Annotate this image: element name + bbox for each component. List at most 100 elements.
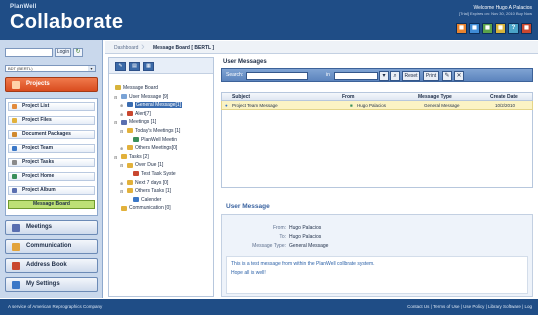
column-header-from[interactable]: From	[342, 94, 355, 100]
expand-toggle-icon[interactable]: ⊟	[120, 128, 123, 135]
folder-icon[interactable]: ▤	[129, 62, 140, 71]
tree-item[interactable]: Test Task Syste	[133, 171, 176, 178]
login-row: Login ↻	[5, 48, 83, 57]
tree-item[interactable]: ⊕ Others Meetings[0]	[120, 145, 178, 152]
tree-item[interactable]: Calender	[133, 197, 161, 204]
tree-item[interactable]: ⊟ Tasks [2]	[114, 153, 149, 161]
to-value: Hugo Palacios	[289, 234, 322, 240]
nav-item-label: Project Home	[22, 173, 55, 179]
compose-icon[interactable]: ✎	[115, 62, 126, 71]
address-book-icon	[12, 262, 20, 270]
nav-item-message-board[interactable]: Message Board	[8, 200, 95, 209]
group-select[interactable]: BDT (BERTL) ▾	[5, 65, 96, 72]
nav-section-my-settings[interactable]: My Settings	[5, 277, 98, 292]
tree-item-label: Tasks [2]	[129, 153, 149, 160]
nav-item-project-list[interactable]: Project List	[8, 102, 95, 111]
nav-section-projects[interactable]: Projects	[5, 77, 98, 92]
tree-item[interactable]: ⊟ Others Tasks [1]	[120, 188, 171, 195]
cell-from: Hugo Palacios	[357, 103, 387, 108]
column-header-subject[interactable]: Subject	[232, 94, 250, 100]
expand-toggle-icon[interactable]: ⊕	[120, 102, 123, 109]
cell-type: General Message	[424, 103, 460, 108]
tree-toolbar: ✎ ▤ ▦	[109, 58, 213, 74]
folder-icon	[127, 128, 133, 134]
nav-item-project-album[interactable]: Project Album	[8, 186, 95, 195]
search-input[interactable]	[246, 72, 308, 80]
folder-icon	[133, 171, 139, 177]
column-header-type[interactable]: Message Type	[418, 94, 452, 100]
brand-small: PlanWell	[10, 4, 37, 10]
login-button[interactable]: Login	[55, 48, 71, 57]
tree-item-label: General Message[1]	[135, 102, 183, 109]
tree-item[interactable]: ⊕ General Message[1]	[120, 102, 183, 109]
login-input[interactable]	[5, 48, 53, 57]
expand-toggle-icon[interactable]: ⊟	[114, 154, 117, 161]
print-button[interactable]: Print	[423, 71, 439, 81]
expand-toggle-icon[interactable]: ⊟	[114, 119, 117, 126]
tree-item[interactable]: Communication [0]	[121, 205, 171, 212]
column-header-date[interactable]: Create Date	[490, 94, 518, 100]
tree-item[interactable]: ⊟ User Message [9]	[114, 93, 169, 101]
logout-icon[interactable]: ◼	[521, 23, 532, 34]
user-icon: ■	[350, 103, 353, 108]
tree-item-label: PlanWell Meetin	[141, 136, 178, 143]
nav-item-label: Project Tasks	[22, 159, 55, 165]
messages-table-header: Subject From Message Type Create Date	[221, 92, 533, 101]
trial-notice[interactable]: [Trial] Expires on: Nov 30, 2010 Buy Now	[459, 11, 532, 17]
expand-toggle-icon[interactable]: ⊕	[120, 111, 123, 118]
tree-item[interactable]: ⊟ Over Due [1]	[120, 162, 164, 169]
tools-icon[interactable]: ◼	[495, 23, 506, 34]
project-tasks-icon	[12, 160, 17, 165]
app-footer: A service of American Reprographics Comp…	[0, 299, 538, 315]
tree-item-label: Others Meetings[0]	[135, 145, 178, 152]
tree-item-label: Next 7 days [0]	[135, 179, 169, 186]
folder-icon	[127, 162, 133, 168]
profile-icon[interactable]: ◼	[456, 23, 467, 34]
nav-item-project-files[interactable]: Project Files	[8, 116, 95, 125]
nav-item-project-tasks[interactable]: Project Tasks	[8, 158, 95, 167]
tree-item-label: User Message [9]	[129, 93, 169, 100]
expand-toggle-icon[interactable]: ⊟	[114, 94, 117, 101]
project-list-icon	[12, 104, 17, 109]
cell-date: 10/2/2010	[495, 103, 516, 108]
refresh-icon[interactable]: ↻	[73, 48, 83, 57]
footer-links[interactable]: Contact Us | Terms of Use | Use Policy |…	[407, 304, 532, 309]
contacts-icon[interactable]: ◼	[469, 23, 480, 34]
reset-button[interactable]: Reset	[402, 71, 420, 81]
message-body-line: Hope all is well!	[231, 270, 266, 276]
expand-toggle-icon[interactable]: ⊟	[120, 188, 123, 195]
nav-section-address-book[interactable]: Address Book	[5, 258, 98, 273]
nav-item-project-home[interactable]: Project Home	[8, 172, 95, 181]
print-icon[interactable]: ◼	[482, 23, 493, 34]
breadcrumb-root[interactable]: Dashboard	[114, 45, 138, 51]
expand-toggle-icon[interactable]: ⊟	[120, 162, 123, 169]
nav-item-label: Project List	[22, 103, 50, 109]
table-row[interactable]: ● Project Team Message ■ Hugo Palacios G…	[221, 101, 533, 110]
expand-toggle-icon[interactable]: ⊕	[120, 180, 123, 187]
nav-item-project-team[interactable]: Project Team	[8, 144, 95, 153]
tree-item[interactable]: ⊟ Today's Meetings [1]	[120, 128, 181, 135]
nav-section-communication[interactable]: Communication	[5, 239, 98, 254]
welcome-block: Welcome Hugo A Palacios [Trial] Expires …	[459, 5, 532, 17]
tree-item-label: Today's Meetings [1]	[135, 128, 181, 134]
search-scope-select[interactable]	[334, 72, 378, 80]
tree-item[interactable]: ⊕ Alert[7]	[120, 111, 151, 118]
edit-icon[interactable]: ✎	[442, 71, 452, 81]
tree-item[interactable]: Message Board	[115, 85, 158, 92]
tree-item[interactable]: PlanWell Meetin	[133, 137, 177, 144]
delete-icon[interactable]: ✕	[454, 71, 464, 81]
folder-icon	[121, 205, 127, 211]
chevron-down-icon[interactable]: ▾	[88, 66, 95, 71]
chevron-down-icon[interactable]: ▾	[379, 71, 389, 81]
nav-section-meetings[interactable]: Meetings	[5, 220, 98, 235]
nav-item-document-packages[interactable]: Document Packages	[8, 130, 95, 139]
tree-item[interactable]: ⊕ Next 7 days [0]	[120, 179, 169, 187]
help-icon[interactable]: ?	[508, 23, 519, 34]
tree-item-label: Over Due [1]	[135, 162, 164, 169]
search-icon[interactable]: ⌕	[390, 71, 400, 81]
print-icon[interactable]: ▦	[143, 62, 154, 71]
from-label: From:	[272, 225, 286, 231]
folder-icon	[133, 196, 139, 202]
expand-toggle-icon[interactable]: ⊕	[120, 145, 123, 152]
tree-item[interactable]: ⊟ Meetings [1]	[114, 119, 156, 126]
